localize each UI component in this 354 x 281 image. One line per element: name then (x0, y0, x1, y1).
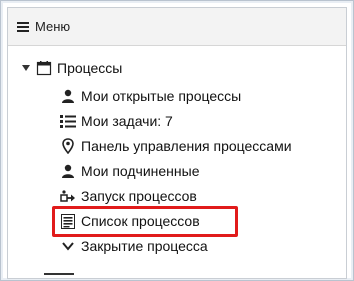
tree-item-my-subordinates[interactable]: Мои подчиненные (60, 159, 200, 183)
tree-node-label: Процессы (57, 60, 123, 76)
location-pin-icon (60, 138, 76, 154)
user-icon (60, 163, 76, 179)
hamburger-icon (17, 21, 29, 32)
calendar-folder-icon (36, 60, 52, 76)
tree-item-close-process[interactable]: Закрытие процесса (60, 234, 208, 258)
tree-item-launch-processes[interactable]: Запуск процессов (60, 184, 197, 208)
tree-item-my-open-processes[interactable]: Мои открытые процессы (60, 84, 241, 108)
tree-item-label: Мои подчиненные (81, 163, 200, 179)
tree-item-label: Запуск процессов (81, 188, 197, 204)
tree-item-label: Список процессов (81, 213, 200, 229)
task-list-icon (60, 113, 76, 129)
tree-item-label: Мои открытые процессы (81, 88, 242, 104)
screenshot-frame: Меню Процессы Мои открытые процессы Мои … (0, 0, 354, 281)
tree-item-my-tasks[interactable]: Мои задачи: 7 (60, 109, 173, 133)
menu-panel: Меню Процессы Мои открытые процессы Мои … (7, 7, 347, 279)
next-node-partial (44, 265, 74, 278)
tree-item-label: Панель управления процессами (81, 138, 292, 154)
menu-title: Меню (35, 19, 71, 34)
chevron-down-icon (60, 238, 76, 254)
menu-header[interactable]: Меню (8, 8, 346, 46)
process-list-icon (60, 213, 76, 229)
tree-node-processes[interactable]: Процессы (22, 56, 122, 80)
tree-item-process-list[interactable]: Список процессов (60, 209, 200, 233)
tree-item-label: Мои задачи: 7 (81, 113, 173, 129)
tree-item-process-dashboard[interactable]: Панель управления процессами (60, 134, 292, 158)
launch-process-icon (60, 188, 76, 204)
tree-item-label: Закрытие процесса (81, 238, 208, 254)
expand-caret-icon[interactable] (22, 65, 30, 71)
user-icon (60, 88, 76, 104)
